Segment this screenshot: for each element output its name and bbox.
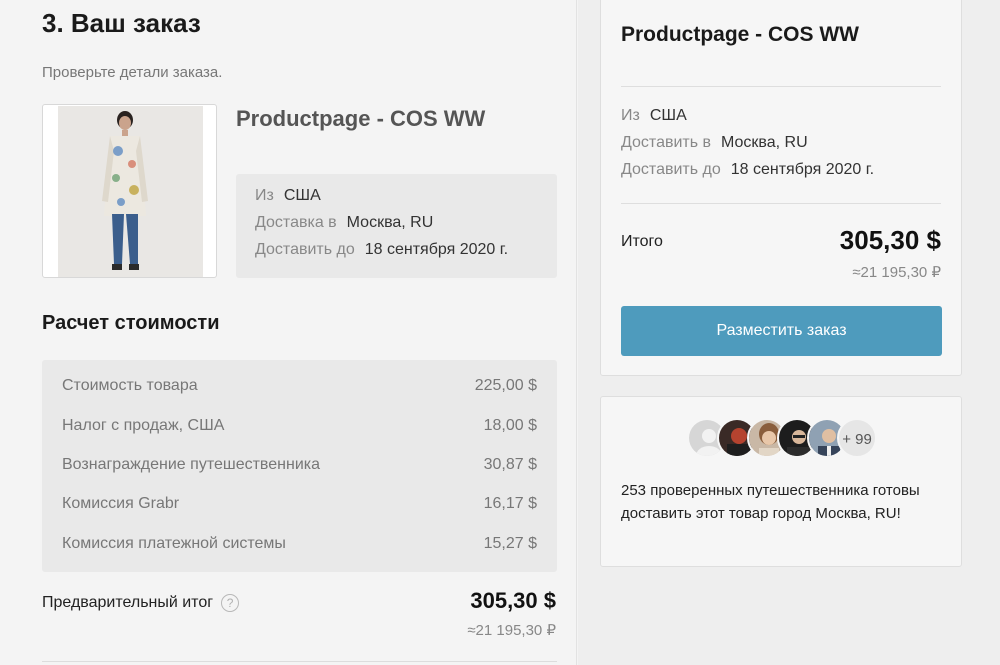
cost-title: Расчет стоимости (42, 312, 220, 334)
shipping-details: Из США Доставка в Москва, RU Доставить до 1… (236, 174, 557, 278)
summary-to-value: Москва, RU (721, 134, 808, 151)
summary-deadline-label: Доставить до (621, 161, 721, 178)
divider (42, 661, 557, 662)
total-rub-amount: ≈21 195,30 ₽ (852, 264, 941, 281)
cost-row-value: 225,00 $ (474, 377, 537, 394)
cost-row-value: 15,27 $ (483, 535, 537, 552)
cost-row-label: Комиссия Grabr (62, 495, 180, 512)
divider (621, 86, 941, 87)
cost-breakdown: Стоимость товара 225,00 $ Налог с продаж… (42, 360, 557, 572)
cost-row: Комиссия Grabr 16,17 $ (62, 495, 537, 517)
cost-row-label: Налог с продаж, США (62, 417, 225, 434)
summary-to-label: Доставить в (621, 134, 712, 151)
cost-row-label: Вознаграждение путешественника (62, 456, 320, 473)
cost-row-value: 16,17 $ (483, 495, 537, 512)
divider (621, 203, 941, 204)
cost-row: Стоимость товара 225,00 $ (62, 377, 537, 399)
summary-from-label: Из (621, 107, 640, 124)
order-section: 3. Ваш заказ Проверьте детали заказа. Pr… (0, 0, 577, 665)
cost-row: Вознаграждение путешественника 30,87 $ (62, 456, 537, 478)
help-icon[interactable]: ? (221, 594, 240, 612)
shipping-from-value: США (283, 187, 321, 204)
summary-from-row: Из США (621, 107, 687, 125)
more-travelers-badge: + 99 (837, 418, 877, 458)
summary-deadline-row: Доставить до 18 сентября 2020 г. (621, 161, 874, 179)
shipping-to-value: Москва, RU (346, 214, 434, 231)
subtotal-label: Предварительный итог (42, 594, 214, 611)
subtotal-amount: 305,30 $ (470, 588, 556, 613)
shipping-deadline-row: Доставить до 18 сентября 2020 г. (255, 241, 508, 259)
summary-to-row: Доставить в Москва, RU (621, 134, 808, 152)
shipping-from-row: Из США (255, 187, 321, 205)
order-summary-card: Productpage - COS WW Из США Доставить в Мо… (600, 0, 962, 376)
place-order-button[interactable]: Разместить заказ (621, 306, 942, 356)
shipping-deadline-label: Доставить до (255, 241, 355, 258)
shipping-to-label: Доставка в (255, 214, 337, 231)
section-subtitle: Проверьте детали заказа. (42, 64, 223, 81)
total-amount: 305,30 $ (839, 225, 941, 255)
cost-row: Налог с продаж, США 18,00 $ (62, 417, 537, 439)
cost-row: Комиссия платежной системы 15,27 $ (62, 535, 537, 557)
subtotal-label-wrap: Предварительный итог ? (42, 594, 240, 612)
total-label: Итого (621, 233, 663, 250)
travelers-card: + 99 253 проверенных путешественника гот… (600, 396, 962, 567)
product-name[interactable]: Productpage - COS WW (236, 106, 485, 132)
section-title: 3. Ваш заказ (42, 8, 201, 38)
product-image[interactable] (42, 104, 217, 278)
cost-row-value: 18,00 $ (483, 417, 537, 434)
subtotal-rub-amount: ≈21 195,30 ₽ (467, 622, 556, 639)
cost-row-label: Стоимость товара (62, 377, 198, 394)
cost-row-label: Комиссия платежной системы (62, 535, 286, 552)
summary-from-value: США (649, 107, 687, 124)
summary-deadline-value: 18 сентября 2020 г. (730, 161, 875, 178)
summary-title: Productpage - COS WW (621, 23, 859, 46)
travelers-message: 253 проверенных путешественника готовы д… (621, 482, 920, 522)
summary-column: Productpage - COS WW Из США Доставить в Мо… (578, 0, 1000, 665)
shipping-deadline-value: 18 сентября 2020 г. (364, 241, 509, 258)
shipping-to-row: Доставка в Москва, RU (255, 214, 433, 232)
shipping-from-label: Из (255, 187, 274, 204)
cost-row-value: 30,87 $ (483, 456, 537, 473)
